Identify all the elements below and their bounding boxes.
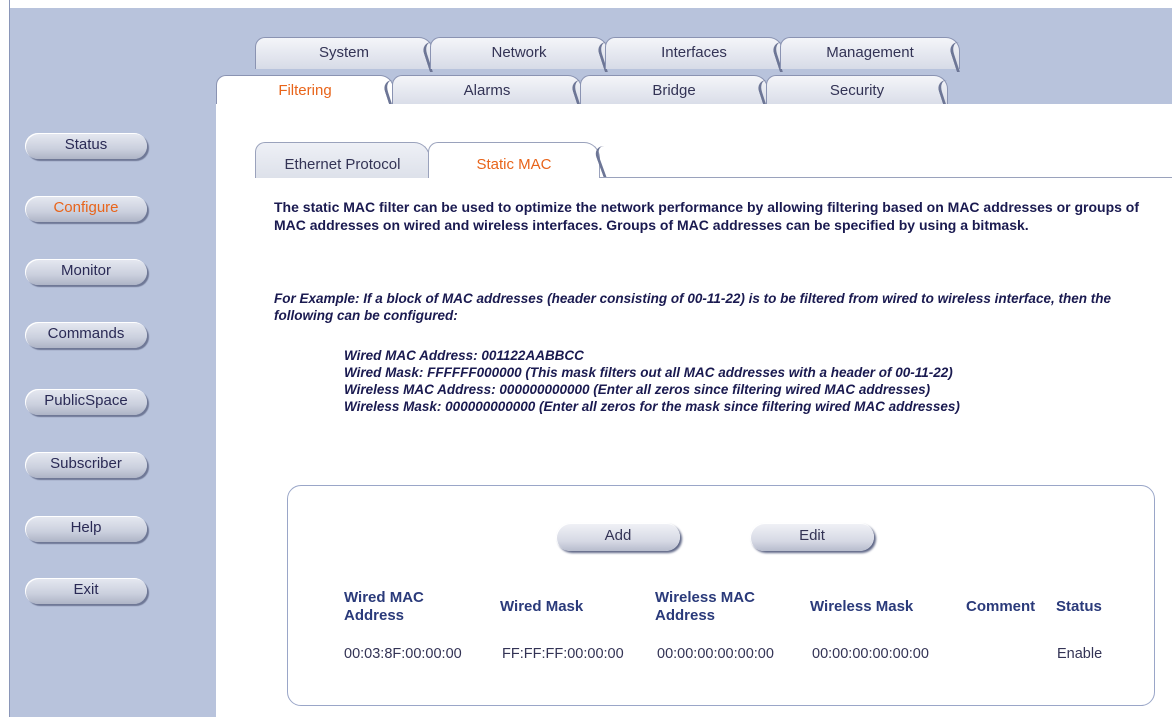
- sidebar-item-commands[interactable]: Commands: [25, 322, 147, 348]
- description: The static MAC filter can be used to opt…: [274, 199, 1140, 233]
- example-line: Wired MAC Address: 001122AABBCC: [344, 348, 584, 363]
- edit-button[interactable]: Edit: [750, 523, 874, 551]
- example-line: Wireless MAC Address: 000000000000 (Ente…: [344, 382, 931, 397]
- tab-static-mac[interactable]: Static MAC: [428, 142, 600, 178]
- col-header-wired-mask: Wired Mask: [500, 598, 584, 615]
- cell-wireless-mask[interactable]: 00:00:00:00:00:00: [812, 646, 929, 662]
- sidebar-item-help[interactable]: Help: [25, 516, 147, 542]
- cell-wired-mask[interactable]: FF:FF:FF:00:00:00: [502, 646, 624, 662]
- tab-system[interactable]: System: [255, 37, 433, 69]
- cell-wireless-mac[interactable]: 00:00:00:00:00:00: [657, 646, 774, 662]
- tab-divider: [600, 177, 1172, 178]
- add-button[interactable]: Add: [556, 523, 680, 551]
- tab-security[interactable]: Security: [766, 75, 948, 107]
- example-lines: Wired MAC Address: 001122AABBCC Wired Ma…: [344, 347, 960, 415]
- sidebar-item-subscriber[interactable]: Subscriber: [25, 452, 147, 478]
- tab-interfaces[interactable]: Interfaces: [605, 37, 783, 69]
- col-header-comment: Comment: [966, 598, 1036, 615]
- sidebar-item-monitor[interactable]: Monitor: [25, 259, 147, 285]
- example-line: Wired Mask: FFFFFF000000 (This mask filt…: [344, 365, 953, 380]
- cell-status[interactable]: Enable: [1057, 646, 1102, 662]
- sidebar-item-configure[interactable]: Configure: [25, 196, 147, 222]
- sidebar-item-exit[interactable]: Exit: [25, 578, 147, 604]
- example-intro: For Example: If a block of MAC addresses…: [274, 291, 1111, 323]
- tab-bridge[interactable]: Bridge: [580, 75, 768, 107]
- cell-wired-mac[interactable]: 00:03:8F:00:00:00: [344, 646, 462, 662]
- example-line: Wireless Mask: 000000000000 (Enter all z…: [344, 399, 960, 414]
- col-header-wired-mac: Wired MAC Address: [344, 589, 424, 624]
- sidebar-item-publicspace[interactable]: PublicSpace: [25, 389, 147, 415]
- col-header-wireless-mask: Wireless Mask: [810, 598, 914, 615]
- col-header-wireless-mac: Wireless MAC Address: [655, 589, 755, 624]
- window-left-edge: [0, 0, 10, 717]
- window-top-edge: [0, 0, 1172, 8]
- tab-alarms[interactable]: Alarms: [392, 75, 582, 107]
- sidebar: [10, 8, 216, 717]
- tab-filtering[interactable]: Filtering: [216, 75, 394, 107]
- col-header-status: Status: [1056, 598, 1102, 615]
- tab-management[interactable]: Management: [780, 37, 960, 69]
- sidebar-item-status[interactable]: Status: [25, 133, 147, 159]
- tab-ethernet-protocol[interactable]: Ethernet Protocol: [255, 142, 430, 178]
- tab-network[interactable]: Network: [430, 37, 608, 69]
